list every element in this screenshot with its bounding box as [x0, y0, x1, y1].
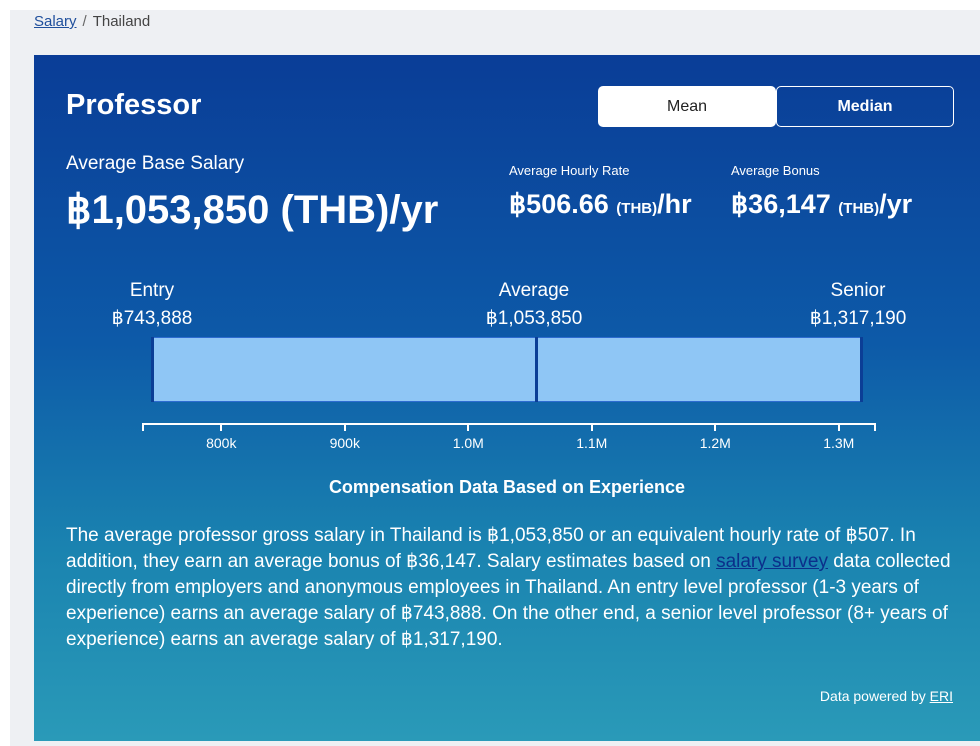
- page-bottom-gutter: [10, 741, 980, 746]
- hourly-rate-unit: (THB): [616, 200, 658, 217]
- powered-by-text: Data powered by: [819, 688, 930, 704]
- senior-marker: [860, 337, 863, 402]
- entry-label: Entry: [129, 280, 175, 301]
- eri-link[interactable]: ERI: [930, 688, 953, 704]
- hourly-rate-suffix: /hr: [657, 189, 692, 219]
- mean-median-toggle: Mean Median: [598, 86, 954, 127]
- senior-label: Senior: [830, 280, 886, 301]
- salary-range-bar: [151, 337, 863, 402]
- base-salary-label: Average Base Salary: [66, 153, 245, 174]
- axis-start-tick: [142, 423, 144, 431]
- chart-caption: Compensation Data Based on Experience: [328, 477, 686, 497]
- breadcrumb-current: Thailand: [92, 13, 151, 30]
- entry-value: ฿743,888: [111, 308, 193, 329]
- hourly-rate-amount: ฿506.66: [509, 189, 609, 219]
- entry-level: Entry ฿743,888: [102, 277, 202, 333]
- salary-survey-link[interactable]: salary survey: [716, 551, 828, 572]
- axis-tick: [343, 423, 346, 431]
- average-value: ฿1,053,850: [485, 308, 583, 329]
- senior-level: Senior ฿1,317,190: [786, 277, 930, 333]
- bonus-label: Average Bonus: [731, 163, 820, 178]
- salary-description: The average professor gross salary in Th…: [66, 523, 966, 653]
- mean-button[interactable]: Mean: [598, 86, 776, 127]
- hourly-rate-label: Average Hourly Rate: [509, 163, 630, 178]
- powered-by: Data powered by ERI: [820, 688, 953, 704]
- base-salary-value: ฿1,053,850 (THB)/yr: [66, 188, 439, 232]
- axis-tick: [590, 423, 593, 431]
- senior-value: ฿1,317,190: [809, 308, 907, 329]
- breadcrumb-salary-link[interactable]: Salary: [34, 13, 77, 30]
- axis-tick-label: 900k: [329, 435, 360, 451]
- hourly-rate-value: ฿506.66 (THB)/hr: [509, 189, 692, 220]
- axis-tick-label: 1.2M: [699, 435, 731, 451]
- axis-tick: [220, 423, 223, 431]
- breadcrumb: Salary / Thailand: [34, 13, 150, 30]
- axis-tick-label: 1.0M: [452, 435, 484, 451]
- salary-card: Professor Mean Median Average Base Salar…: [34, 55, 980, 741]
- chart-axis: [142, 423, 876, 425]
- axis-tick: [837, 423, 840, 431]
- bonus-suffix: /yr: [879, 189, 913, 219]
- entry-marker: [151, 337, 154, 402]
- breadcrumb-separator: /: [82, 13, 87, 30]
- axis-end-tick: [874, 423, 876, 431]
- median-button[interactable]: Median: [776, 86, 954, 127]
- bonus-unit: (THB): [838, 200, 880, 217]
- axis-tick-label: 1.1M: [576, 435, 608, 451]
- bonus-value: ฿36,147 (THB)/yr: [731, 189, 912, 220]
- axis-tick-label: 1.3M: [823, 435, 855, 451]
- bonus-amount: ฿36,147: [731, 189, 831, 219]
- axis-tick-label: 800k: [206, 435, 237, 451]
- axis-tick: [467, 423, 470, 431]
- average-level: Average ฿1,053,850: [454, 277, 614, 333]
- page-gutter: [10, 55, 34, 746]
- average-label: Average: [498, 280, 570, 301]
- axis-tick: [714, 423, 717, 431]
- average-marker: [534, 337, 538, 402]
- job-title: Professor: [66, 89, 202, 121]
